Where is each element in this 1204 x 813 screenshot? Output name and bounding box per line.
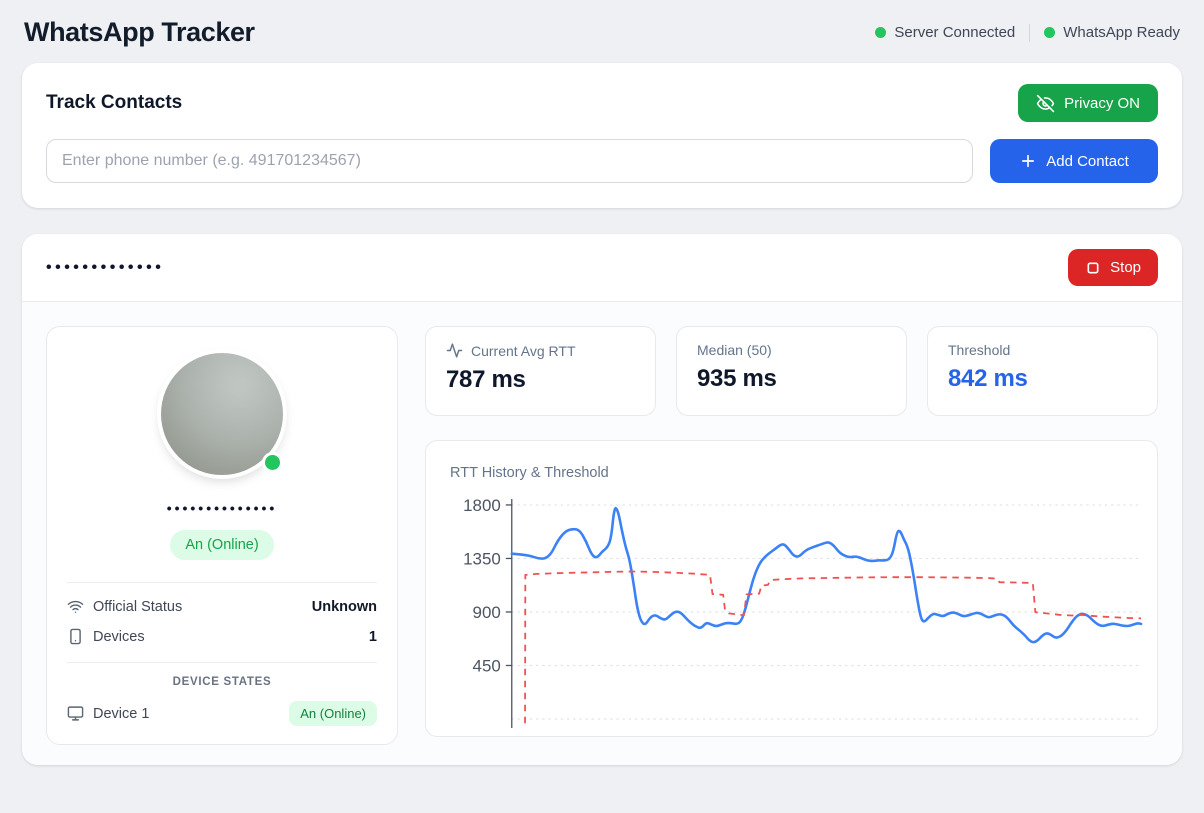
add-contact-row: Add Contact xyxy=(46,139,1158,183)
phone-number-input[interactable] xyxy=(46,139,973,183)
contact-info-rows: Official Status Unknown Devices 1 xyxy=(67,582,377,645)
stat-value: 935 ms xyxy=(697,365,886,393)
divider xyxy=(67,662,377,663)
svg-text:1800: 1800 xyxy=(463,496,501,515)
plus-icon xyxy=(1019,152,1037,170)
wifi-icon xyxy=(67,598,84,615)
stat-card-median: Median (50) 935 ms xyxy=(676,326,907,416)
stop-icon xyxy=(1085,260,1101,276)
stat-label: Current Avg RTT xyxy=(471,343,576,359)
online-indicator-dot xyxy=(262,452,283,473)
official-status-value: Unknown xyxy=(312,599,377,615)
stat-card-threshold: Threshold 842 ms xyxy=(927,326,1158,416)
stat-value: 787 ms xyxy=(446,366,635,394)
page-title: WhatsApp Tracker xyxy=(24,17,255,48)
tracked-contact-card: ••••••••••••• Stop •••••••••••••• An (On… xyxy=(22,234,1182,765)
devices-label: Devices xyxy=(93,629,145,645)
rtt-chart-card: RTT History & Threshold 450 900 1350 1800 xyxy=(425,440,1158,737)
add-contact-button[interactable]: Add Contact xyxy=(990,139,1158,183)
whatsapp-status: WhatsApp Ready xyxy=(1044,24,1180,41)
svg-text:900: 900 xyxy=(473,603,501,622)
privacy-toggle-button[interactable]: Privacy ON xyxy=(1018,84,1158,122)
tracked-contact-header: ••••••••••••• Stop xyxy=(22,234,1182,302)
whatsapp-status-label: WhatsApp Ready xyxy=(1063,24,1180,41)
smartphone-icon xyxy=(67,628,84,645)
stat-card-current-avg-rtt: Current Avg RTT 787 ms xyxy=(425,326,656,416)
green-dot-icon xyxy=(875,27,886,38)
official-status-row: Official Status Unknown xyxy=(67,598,377,615)
metrics-column: Current Avg RTT 787 ms Median (50) 935 m… xyxy=(425,326,1158,745)
tracked-contact-body: •••••••••••••• An (Online) Official Stat… xyxy=(22,302,1182,765)
svg-text:1350: 1350 xyxy=(463,549,501,568)
track-contacts-title: Track Contacts xyxy=(46,92,182,114)
masked-phone-number: ••••••••••••• xyxy=(46,259,164,277)
track-contacts-card: Track Contacts Privacy ON Add Contact xyxy=(22,63,1182,208)
stat-value: 842 ms xyxy=(948,365,1137,393)
devices-value: 1 xyxy=(369,629,377,645)
official-status-label: Official Status xyxy=(93,599,182,615)
contact-profile-panel: •••••••••••••• An (Online) Official Stat… xyxy=(46,326,398,745)
device-states-title: DEVICE STATES xyxy=(173,676,272,688)
server-status: Server Connected xyxy=(875,24,1015,41)
stop-tracking-button[interactable]: Stop xyxy=(1068,249,1158,286)
connection-statuses: Server Connected WhatsApp Ready xyxy=(875,24,1180,42)
stat-label: Median (50) xyxy=(697,342,772,358)
device1-label: Device 1 xyxy=(93,706,149,722)
device-row: Device 1 An (Online) xyxy=(67,701,377,726)
add-contact-label: Add Contact xyxy=(1046,153,1129,170)
devices-row: Devices 1 xyxy=(67,628,377,645)
stat-label: Threshold xyxy=(948,342,1010,358)
eye-off-icon xyxy=(1036,94,1055,113)
track-contacts-header: Track Contacts Privacy ON xyxy=(46,84,1158,122)
rtt-history-chart: 450 900 1350 1800 xyxy=(426,489,1157,729)
stats-row: Current Avg RTT 787 ms Median (50) 935 m… xyxy=(425,326,1158,416)
stop-button-label: Stop xyxy=(1110,259,1141,276)
svg-text:450: 450 xyxy=(473,656,501,675)
device-status-badge: An (Online) xyxy=(289,701,377,726)
privacy-button-label: Privacy ON xyxy=(1064,95,1140,112)
activity-icon xyxy=(446,342,463,359)
whatsapp-tracker-app: WhatsApp Tracker Server Connected WhatsA… xyxy=(0,0,1204,765)
avatar xyxy=(161,353,283,475)
masked-phone-number: •••••••••••••• xyxy=(167,500,278,516)
online-status-badge: An (Online) xyxy=(170,530,273,560)
green-dot-icon xyxy=(1044,27,1055,38)
app-header: WhatsApp Tracker Server Connected WhatsA… xyxy=(22,0,1182,63)
chart-title: RTT History & Threshold xyxy=(426,465,1157,481)
monitor-icon xyxy=(67,705,84,722)
server-status-label: Server Connected xyxy=(894,24,1015,41)
status-divider xyxy=(1029,24,1030,42)
